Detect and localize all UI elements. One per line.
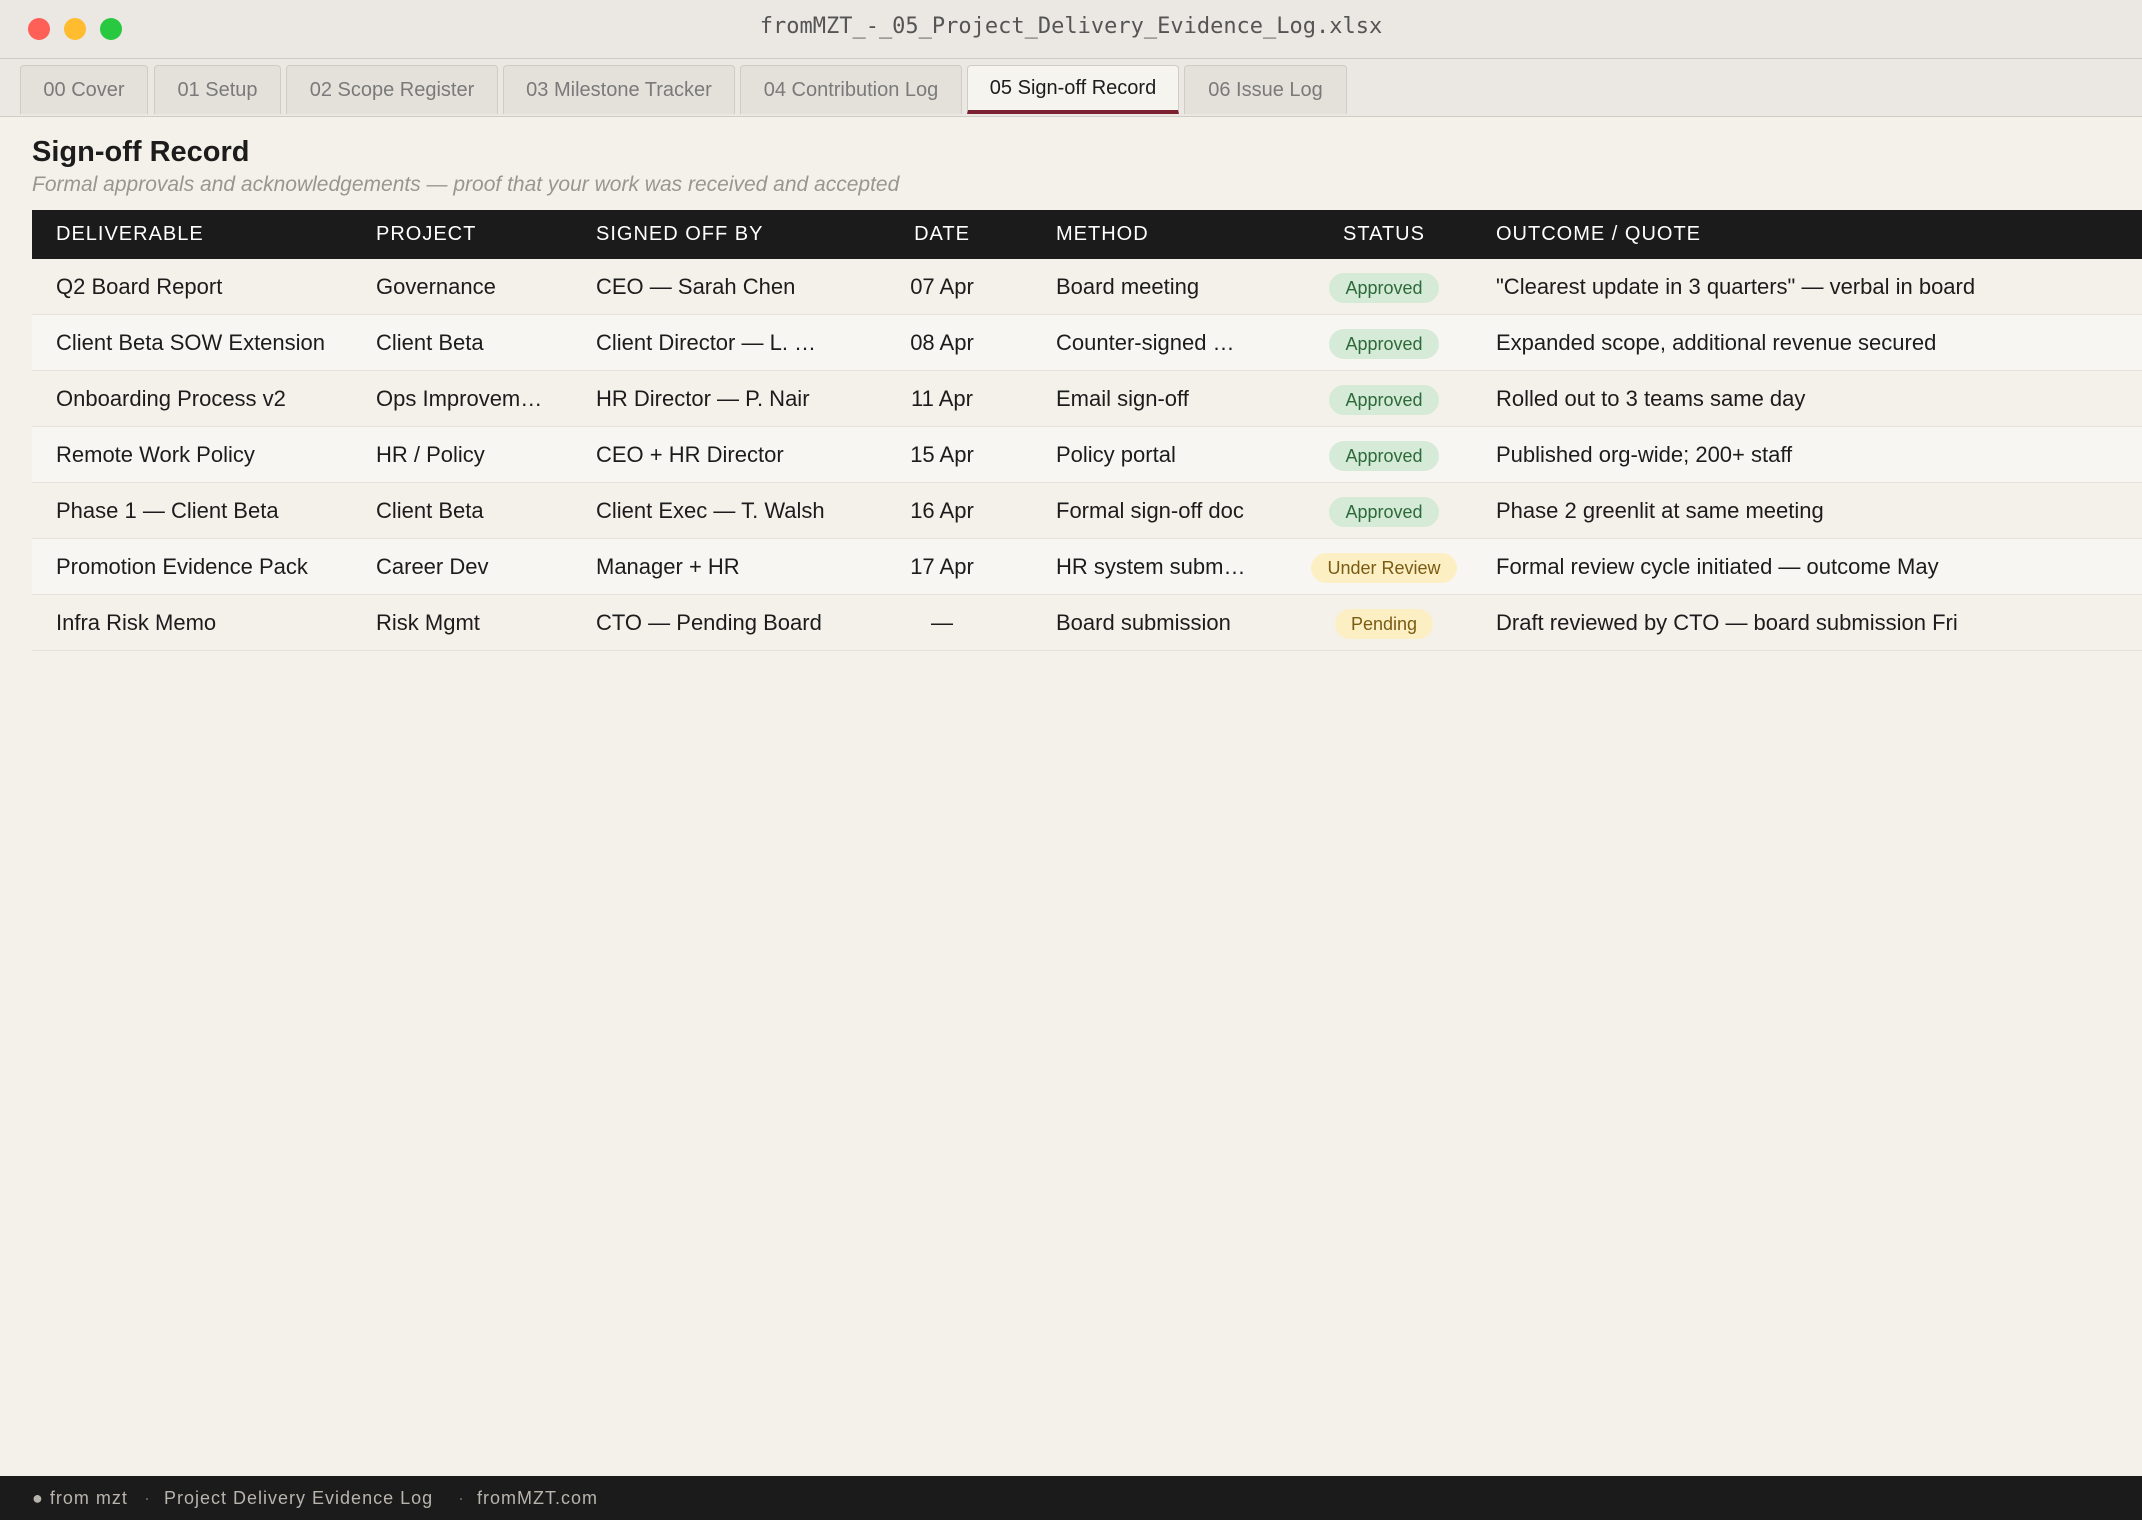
cell-method[interactable]: Policy portal	[1056, 427, 1278, 482]
cell-date[interactable]: 08 Apr	[878, 315, 1006, 370]
cell-signed-off-by[interactable]: CEO — Sarah Chen	[596, 259, 868, 314]
cell-signed-off-by[interactable]: Client Director — L. …	[596, 315, 868, 370]
window-title: fromMZT_-_05_Project_Delivery_Evidence_L…	[759, 14, 1383, 39]
column-header-method[interactable]: METHOD	[1056, 210, 1149, 259]
cell-signed-off-by[interactable]: Manager + HR	[596, 539, 868, 594]
status-badge: Approved	[1329, 385, 1439, 416]
column-header-deliverable[interactable]: DELIVERABLE	[56, 210, 204, 259]
table-row[interactable]: Phase 1 — Client Beta Client Beta Client…	[32, 483, 2142, 539]
tab-00-cover[interactable]: 00 Cover	[20, 65, 148, 114]
table-row[interactable]: Q2 Board Report Governance CEO — Sarah C…	[32, 259, 2142, 315]
status-badge: Approved	[1329, 441, 1439, 472]
cell-signed-off-by[interactable]: Client Exec — T. Walsh	[596, 483, 868, 538]
cell-outcome[interactable]: Expanded scope, additional revenue secur…	[1496, 315, 2136, 370]
cell-deliverable[interactable]: Onboarding Process v2	[56, 371, 366, 426]
tab-01-setup[interactable]: 01 Setup	[154, 65, 281, 114]
status-badge: Approved	[1329, 329, 1439, 360]
cell-signed-off-by[interactable]: HR Director — P. Nair	[596, 371, 868, 426]
table-header: DELIVERABLE PROJECT SIGNED OFF BY DATE M…	[32, 210, 2142, 259]
table-row[interactable]: Remote Work Policy HR / Policy CEO + HR …	[32, 427, 2142, 483]
cell-project[interactable]: Risk Mgmt	[376, 595, 586, 650]
cell-deliverable[interactable]: Remote Work Policy	[56, 427, 366, 482]
cell-date[interactable]: —	[878, 595, 1006, 650]
window-titlebar: fromMZT_-_05_Project_Delivery_Evidence_L…	[0, 0, 2142, 59]
cell-status[interactable]: Under Review	[1284, 539, 1484, 594]
cell-status[interactable]: Approved	[1284, 315, 1484, 370]
cell-method[interactable]: Counter-signed …	[1056, 315, 1278, 370]
tab-06-issue-log[interactable]: 06 Issue Log	[1184, 65, 1347, 114]
cell-method[interactable]: HR system subm…	[1056, 539, 1278, 594]
cell-deliverable[interactable]: Phase 1 — Client Beta	[56, 483, 366, 538]
cell-project[interactable]: Client Beta	[376, 315, 586, 370]
status-badge: Approved	[1329, 273, 1439, 304]
cell-outcome[interactable]: Draft reviewed by CTO — board submission…	[1496, 595, 2136, 650]
footer-bar: ● from mzt · Project Delivery Evidence L…	[0, 1476, 2142, 1520]
tab-02-scope-register[interactable]: 02 Scope Register	[286, 65, 498, 114]
status-badge: Approved	[1329, 497, 1439, 528]
tab-03-milestone-tracker[interactable]: 03 Milestone Tracker	[503, 65, 735, 114]
cell-project[interactable]: Ops Improvem…	[376, 371, 586, 426]
cell-method[interactable]: Formal sign-off doc	[1056, 483, 1278, 538]
cell-outcome[interactable]: "Clearest update in 3 quarters" — verbal…	[1496, 259, 2136, 314]
status-badge: Under Review	[1311, 553, 1457, 584]
table-row[interactable]: Infra Risk Memo Risk Mgmt CTO — Pending …	[32, 595, 2142, 651]
cell-outcome[interactable]: Published org-wide; 200+ staff	[1496, 427, 2136, 482]
page-title: Sign-off Record	[32, 136, 250, 168]
status-badge: Pending	[1334, 609, 1434, 640]
cell-outcome[interactable]: Rolled out to 3 teams same day	[1496, 371, 2136, 426]
cell-method[interactable]: Email sign-off	[1056, 371, 1278, 426]
page-subtitle: Formal approvals and acknowledgements — …	[32, 173, 900, 196]
cell-project[interactable]: Client Beta	[376, 483, 586, 538]
sheet-tab-bar: 00 Cover 01 Setup 02 Scope Register 03 M…	[0, 59, 2142, 117]
cell-status[interactable]: Approved	[1284, 371, 1484, 426]
table-row[interactable]: Client Beta SOW Extension Client Beta Cl…	[32, 315, 2142, 371]
column-header-signed-off-by[interactable]: SIGNED OFF BY	[596, 210, 763, 259]
footer-brand: ● from mzt	[32, 1488, 128, 1508]
cell-project[interactable]: HR / Policy	[376, 427, 586, 482]
cell-date[interactable]: 11 Apr	[878, 371, 1006, 426]
table-row[interactable]: Promotion Evidence Pack Career Dev Manag…	[32, 539, 2142, 595]
cell-date[interactable]: 15 Apr	[878, 427, 1006, 482]
column-header-date[interactable]: DATE	[878, 210, 1006, 259]
cell-deliverable[interactable]: Infra Risk Memo	[56, 595, 366, 650]
cell-method[interactable]: Board meeting	[1056, 259, 1278, 314]
cell-status[interactable]: Pending	[1284, 595, 1484, 650]
cell-date[interactable]: 07 Apr	[878, 259, 1006, 314]
tab-05-signoff-record[interactable]: 05 Sign-off Record	[967, 65, 1179, 114]
cell-method[interactable]: Board submission	[1056, 595, 1278, 650]
cell-date[interactable]: 17 Apr	[878, 539, 1006, 594]
cell-signed-off-by[interactable]: CEO + HR Director	[596, 427, 868, 482]
column-header-status[interactable]: STATUS	[1284, 210, 1484, 259]
cell-project[interactable]: Career Dev	[376, 539, 586, 594]
cell-status[interactable]: Approved	[1284, 259, 1484, 314]
cell-signed-off-by[interactable]: CTO — Pending Board	[596, 595, 868, 650]
cell-date[interactable]: 16 Apr	[878, 483, 1006, 538]
cell-outcome[interactable]: Formal review cycle initiated — outcome …	[1496, 539, 2136, 594]
column-header-project[interactable]: PROJECT	[376, 210, 476, 259]
cell-status[interactable]: Approved	[1284, 427, 1484, 482]
cell-deliverable[interactable]: Client Beta SOW Extension	[56, 315, 366, 370]
footer-site-link[interactable]: fromMZT.com	[477, 1476, 598, 1520]
cell-deliverable[interactable]: Q2 Board Report	[56, 259, 366, 314]
cell-outcome[interactable]: Phase 2 greenlit at same meeting	[1496, 483, 2136, 538]
footer-separator: ·	[458, 1488, 465, 1508]
cell-project[interactable]: Governance	[376, 259, 586, 314]
footer-doc-name: Project Delivery Evidence Log	[164, 1488, 434, 1508]
footer-separator: ·	[144, 1488, 151, 1508]
tab-04-contribution-log[interactable]: 04 Contribution Log	[740, 65, 962, 114]
table-row[interactable]: Onboarding Process v2 Ops Improvem… HR D…	[32, 371, 2142, 427]
cell-deliverable[interactable]: Promotion Evidence Pack	[56, 539, 366, 594]
cell-status[interactable]: Approved	[1284, 483, 1484, 538]
column-header-outcome[interactable]: OUTCOME / QUOTE	[1496, 210, 1701, 259]
